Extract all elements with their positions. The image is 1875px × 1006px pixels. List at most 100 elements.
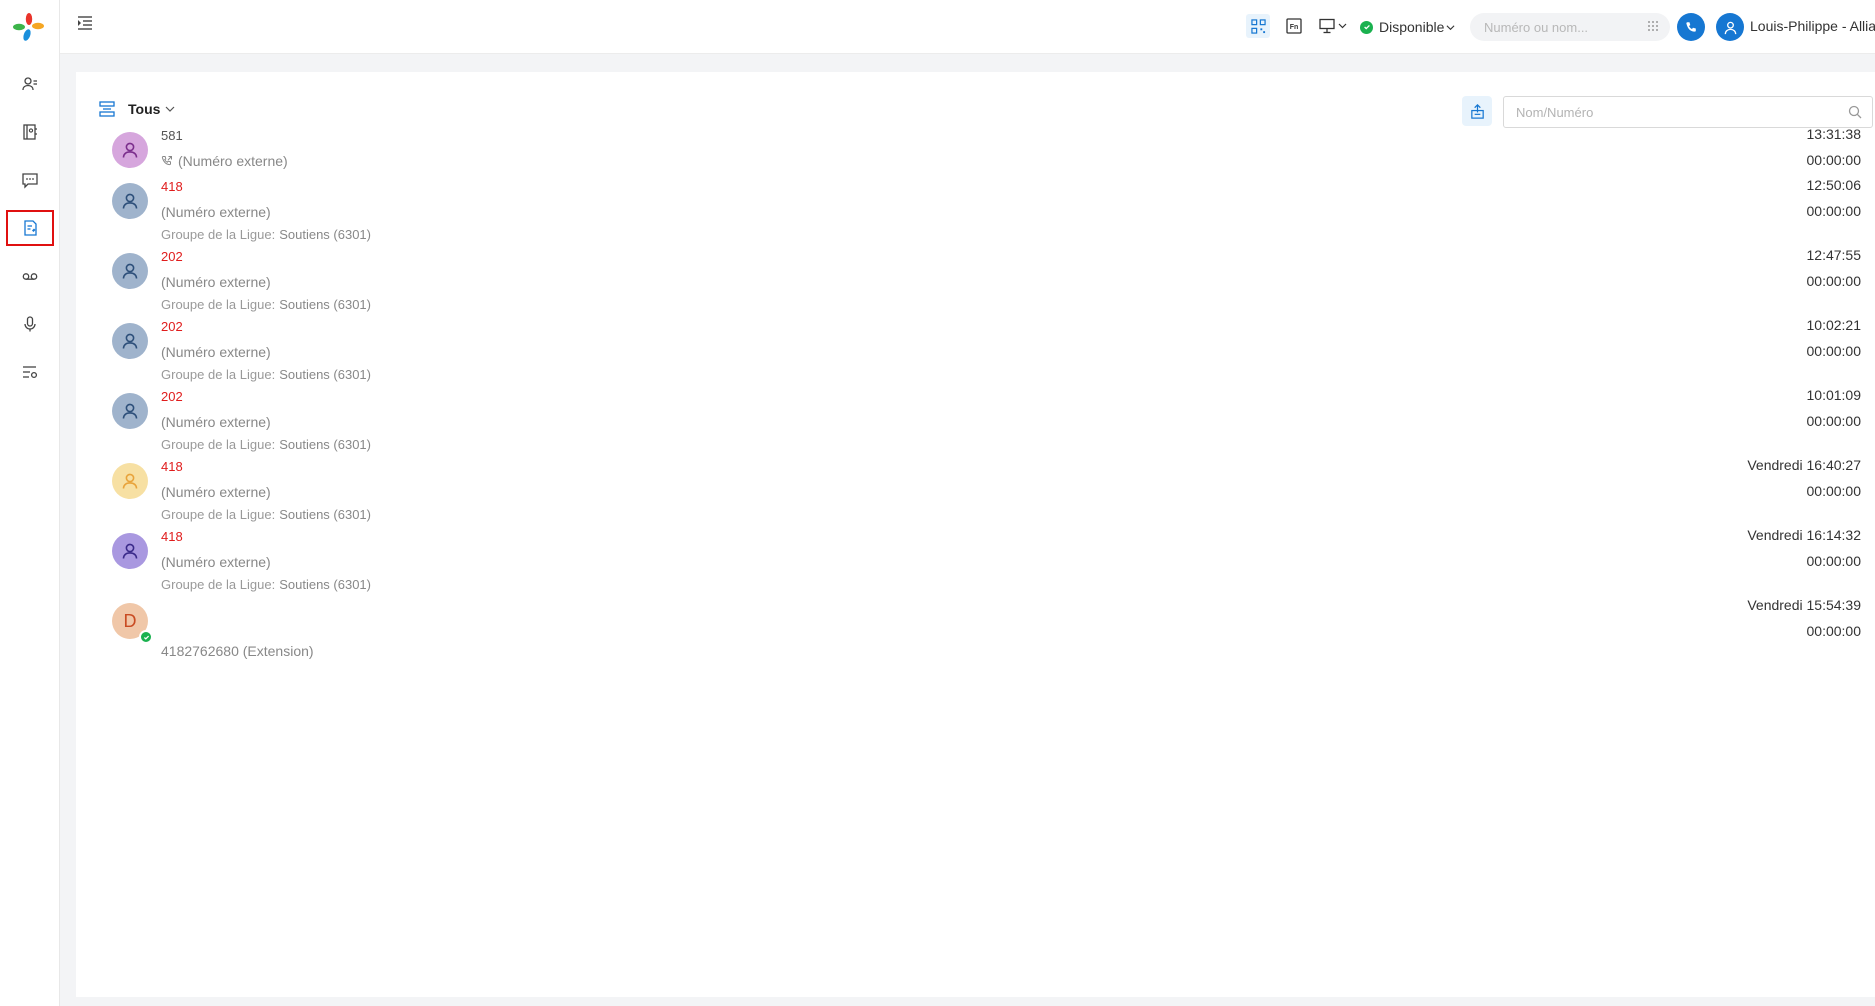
- sidebar-item-messages[interactable]: [6, 162, 54, 198]
- presence-status-dropdown[interactable]: Disponible: [1360, 16, 1455, 38]
- call-time: Vendredi 15:54:39: [1747, 597, 1861, 613]
- function-key-icon: Fn: [1286, 18, 1302, 34]
- list-settings-icon: [23, 366, 38, 379]
- avatar: [112, 323, 148, 359]
- sidebar-item-contacts[interactable]: [6, 66, 54, 102]
- ring-group-label: Groupe de la Ligue:: [161, 367, 276, 382]
- sidebar-item-call-logs[interactable]: [6, 210, 54, 246]
- call-duration: 00:00:00: [1806, 152, 1862, 168]
- caller-type-label: (Numéro externe): [161, 344, 271, 360]
- status-label: Disponible: [1379, 19, 1445, 35]
- user-icon: [122, 403, 138, 419]
- svg-text:Fn: Fn: [1290, 24, 1299, 31]
- caller-number: 202: [161, 249, 183, 264]
- caller-type: (Numéro externe): [161, 153, 288, 169]
- call-duration: 00:00:00: [1806, 343, 1862, 359]
- caller-type-label: (Numéro externe): [161, 414, 271, 430]
- chevron-down-icon: [1446, 24, 1455, 30]
- caller-number: 581: [161, 128, 183, 143]
- user-icon: [122, 193, 138, 209]
- call-time: 12:50:06: [1806, 177, 1862, 193]
- call-log-panel: Tous 581 (Numéro externe) 13:31:38 00:00:00…: [76, 72, 1875, 997]
- ring-group-info: Groupe de la Ligue: Soutiens (6301): [161, 437, 371, 452]
- caller-number: 202: [161, 389, 183, 404]
- search-icon[interactable]: [1847, 104, 1863, 120]
- caller-type-label: 4182762680 (Extension): [161, 643, 314, 659]
- avatar: [112, 463, 148, 499]
- ring-group-info: Groupe de la Ligue: Soutiens (6301): [161, 297, 371, 312]
- qr-code-button[interactable]: [1246, 14, 1270, 38]
- ring-group-label: Groupe de la Ligue:: [161, 577, 276, 592]
- filter-label: Tous: [128, 101, 161, 117]
- call-duration: 00:00:00: [1806, 273, 1862, 289]
- call-duration: 00:00:00: [1806, 553, 1862, 569]
- user-icon: [122, 473, 138, 489]
- call-time: 13:31:38: [1806, 126, 1862, 142]
- ring-group-value: Soutiens (6301): [279, 437, 371, 452]
- caller-type: (Numéro externe): [161, 204, 271, 220]
- sidebar-item-phonebook[interactable]: [6, 114, 54, 150]
- avatar: [112, 393, 148, 429]
- chat-icon: [22, 173, 38, 189]
- caller-type-label: (Numéro externe): [161, 204, 271, 220]
- user-icon: [122, 543, 138, 559]
- device-select-button[interactable]: [1316, 14, 1352, 38]
- dialpad-icon[interactable]: [1645, 19, 1661, 35]
- menu-indent-icon: [78, 16, 92, 30]
- dial-search-input[interactable]: [1470, 13, 1670, 41]
- ring-group-label: Groupe de la Ligue:: [161, 437, 276, 452]
- sidebar: [0, 0, 60, 1006]
- call-duration: 00:00:00: [1806, 623, 1862, 639]
- filter-icon: [99, 101, 115, 117]
- ring-group-info: Groupe de la Ligue: Soutiens (6301): [161, 367, 371, 382]
- caller-type-label: (Numéro externe): [161, 484, 271, 500]
- call-time: 10:01:09: [1806, 387, 1862, 403]
- caller-number: 418: [161, 459, 183, 474]
- caller-type: (Numéro externe): [161, 554, 271, 570]
- call-log-icon: [24, 220, 37, 236]
- chevron-down-icon: [165, 106, 175, 112]
- caller-type: (Numéro externe): [161, 344, 271, 360]
- function-key-button[interactable]: Fn: [1282, 14, 1306, 38]
- caller-type-label: (Numéro externe): [161, 554, 271, 570]
- microphone-icon: [24, 316, 36, 332]
- avatar-initial: D: [123, 610, 137, 631]
- sidebar-item-voicemail[interactable]: [6, 258, 54, 294]
- call-duration: 00:00:00: [1806, 413, 1862, 429]
- voicemail-icon: [22, 273, 38, 280]
- call-duration: 00:00:00: [1806, 203, 1862, 219]
- call-filter-dropdown[interactable]: Tous: [98, 100, 175, 118]
- app-logo: [11, 10, 47, 46]
- call-button[interactable]: [1677, 13, 1705, 41]
- ring-group-info: Groupe de la Ligue: Soutiens (6301): [161, 507, 371, 522]
- caller-type: (Numéro externe): [161, 484, 271, 500]
- caller-type: 4182762680 (Extension): [161, 643, 314, 659]
- user-name[interactable]: Louis-Philippe - Allianc: [1750, 18, 1875, 34]
- ring-group-info: Groupe de la Ligue: Soutiens (6301): [161, 577, 371, 592]
- ring-group-value: Soutiens (6301): [279, 297, 371, 312]
- call-time: 10:02:21: [1806, 317, 1862, 333]
- avatar: [112, 533, 148, 569]
- user-icon: [122, 263, 138, 279]
- call-time: Vendredi 16:14:32: [1747, 527, 1861, 543]
- caller-type-label: (Numéro externe): [161, 274, 271, 290]
- call-row[interactable]: D 4182762680 (Extension) Vendredi 15:54:39…: [76, 593, 1875, 677]
- caller-number: 202: [161, 319, 183, 334]
- sidebar-item-settings[interactable]: [6, 354, 54, 390]
- export-icon: [1470, 103, 1484, 119]
- call-time: Vendredi 16:40:27: [1747, 457, 1861, 473]
- user-avatar[interactable]: [1716, 13, 1744, 41]
- user-icon: [1724, 21, 1736, 34]
- user-icon: [122, 142, 138, 158]
- caller-number: 418: [161, 529, 183, 544]
- ring-group-value: Soutiens (6301): [279, 367, 371, 382]
- ring-group-value: Soutiens (6301): [279, 577, 371, 592]
- menu-toggle-button[interactable]: [74, 12, 96, 34]
- ring-group-value: Soutiens (6301): [279, 507, 371, 522]
- ring-group-label: Groupe de la Ligue:: [161, 227, 276, 242]
- caller-type: (Numéro externe): [161, 274, 271, 290]
- user-icon: [122, 333, 138, 349]
- sidebar-item-recordings[interactable]: [6, 306, 54, 342]
- call-duration: 00:00:00: [1806, 483, 1862, 499]
- caller-type-label: (Numéro externe): [178, 153, 288, 169]
